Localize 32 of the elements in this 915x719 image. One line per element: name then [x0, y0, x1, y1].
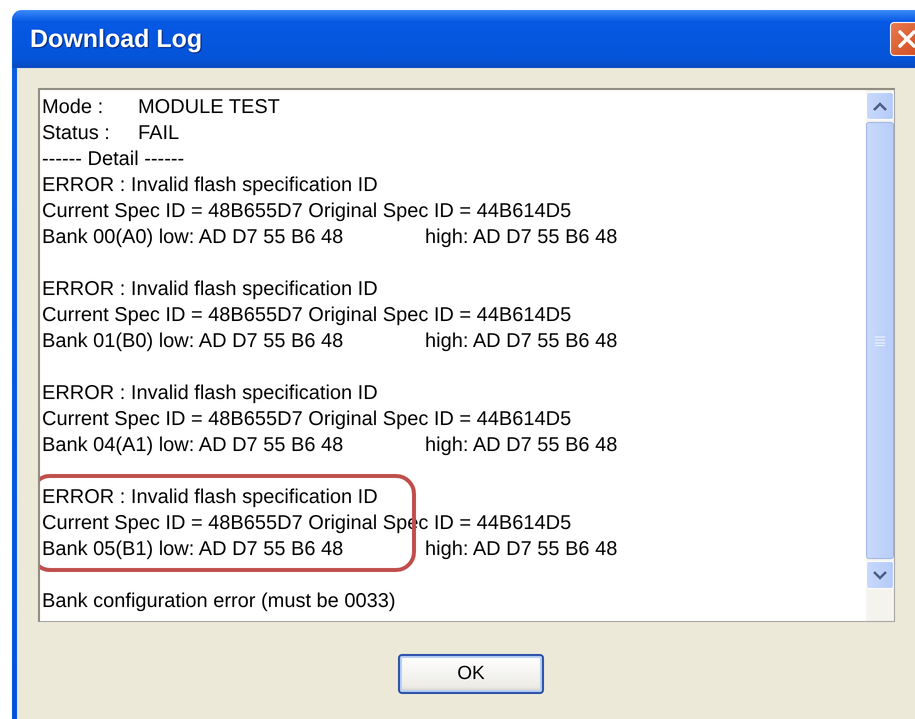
scroll-down-button[interactable]: [866, 561, 894, 589]
log-line: high: AD D7 55 B6 48: [425, 330, 618, 352]
log-line: high: AD D7 55 B6 48: [425, 538, 618, 560]
log-line: Current Spec ID = 48B655D7 Original Spec ID = 44B614D5: [42, 304, 572, 326]
log-line: ERROR : Invalid flash specification ID: [42, 382, 378, 404]
log-value: MODULE TEST: [138, 96, 280, 118]
log-line: Current Spec ID = 48B655D7 Original Spec ID = 44B614D5: [42, 408, 572, 430]
log-label: Status :: [42, 121, 111, 146]
grip-icon: [875, 336, 885, 346]
log-line: ------ Detail ------: [42, 148, 184, 170]
close-button[interactable]: [890, 22, 915, 56]
log-line: ERROR : Invalid flash specification ID: [42, 486, 378, 508]
log-line: Current Spec ID = 48B655D7 Original Spec ID = 44B614D5: [42, 200, 572, 222]
chevron-up-icon: [873, 102, 887, 110]
log-line: Bank configuration error (must be 0033): [42, 590, 396, 612]
log-line: Bank 04(A1) low: AD D7 55 B6 48: [42, 433, 344, 458]
log-line: high: AD D7 55 B6 48: [425, 434, 618, 456]
ok-button[interactable]: OK: [398, 654, 544, 694]
log-line: Bank 01(B0) low: AD D7 55 B6 48: [42, 329, 344, 354]
chevron-down-icon: [873, 570, 887, 580]
log-line: ERROR : Invalid flash specification ID: [42, 174, 378, 196]
window-title: Download Log: [29, 24, 202, 54]
scrollbar-thumb[interactable]: [866, 122, 894, 559]
log-line: high: AD D7 55 B6 48: [425, 226, 618, 248]
scroll-up-button[interactable]: [866, 92, 894, 120]
log-line: ERROR : Invalid flash specification ID: [42, 278, 378, 300]
close-icon: [896, 28, 915, 50]
vertical-scrollbar[interactable]: [866, 90, 894, 621]
log-line: Bank 05(B1) low: AD D7 55 B6 48: [42, 537, 344, 562]
log-label: Mode :: [42, 95, 104, 120]
log-value: FAIL: [138, 122, 180, 144]
log-line: Bank 00(A0) low: AD D7 55 B6 48: [42, 225, 344, 250]
